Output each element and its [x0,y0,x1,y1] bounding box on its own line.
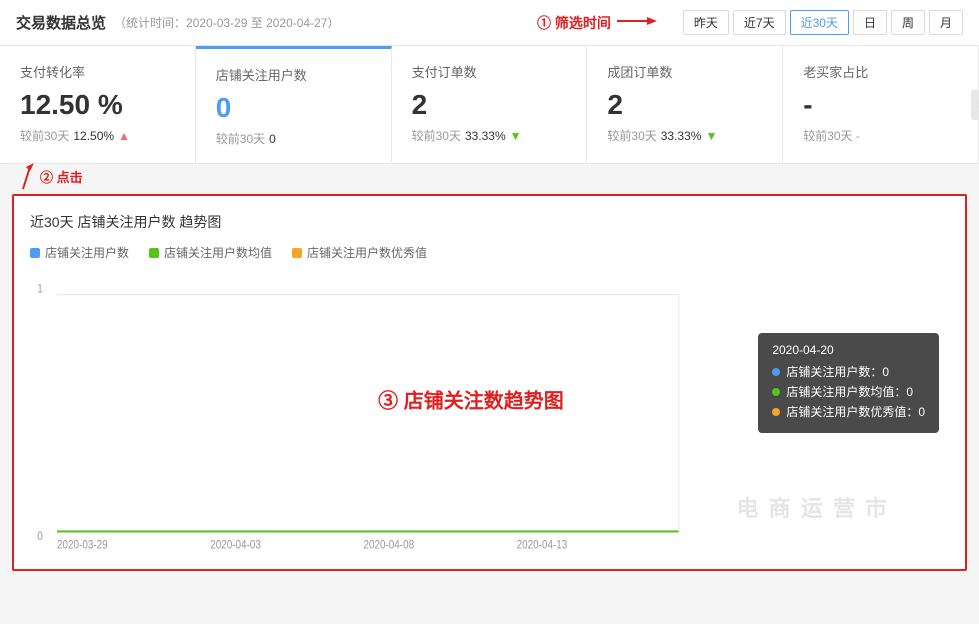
legend-item-excellent: 店铺关注用户数优秀值 [292,244,427,261]
annotation-2-arrow-icon [8,161,38,191]
svg-text:2020-03-29: 2020-03-29 [57,539,108,552]
down-arrow-icon-2: ▼ [705,129,717,143]
time-btn-week[interactable]: 周 [891,10,925,35]
legend-dot-blue [30,248,40,258]
metric-value-orders: 2 [412,89,567,121]
page-title: 交易数据总览 [16,12,106,33]
metric-compare-conversion: 较前30天 12.50% ▲ [20,127,175,144]
svg-text:2020-04-03: 2020-04-03 [210,539,261,552]
time-btn-yesterday[interactable]: 昨天 [683,10,729,35]
tooltip-row-followers: 店铺关注用户数：0 [772,363,925,380]
metric-card-conversion[interactable]: 支付转化率 12.50 % 较前30天 12.50% ▲ ② 点击 [0,46,196,163]
metric-compare-followers: 较前30天 0 [216,130,371,147]
metric-value-conversion: 12.50 % [20,89,175,121]
svg-text:2020-04-08: 2020-04-08 [363,539,414,552]
legend-label-avg: 店铺关注用户数均值 [164,244,272,261]
legend-dot-green [149,248,159,258]
tooltip-date: 2020-04-20 [772,343,925,357]
annotation-1: ① 筛选时间 [537,13,663,33]
metric-label-followers: 店铺关注用户数 [216,65,371,84]
metrics-row: 支付转化率 12.50 % 较前30天 12.50% ▲ ② 点击 店铺关注用户… [0,46,979,164]
down-arrow-icon: ▼ [510,129,522,143]
chart-legend: 店铺关注用户数 店铺关注用户数均值 店铺关注用户数优秀值 [30,244,949,261]
annotation-2-label: ② 点击 [40,167,83,186]
legend-item-avg: 店铺关注用户数均值 [149,244,272,261]
annotation-2: ② 点击 [8,161,83,191]
legend-label-followers: 店铺关注用户数 [45,244,129,261]
svg-text:2020-04-13: 2020-04-13 [517,539,568,552]
time-filter: 昨天 近7天 近30天 日 周 月 [683,10,963,35]
legend-label-excellent: 店铺关注用户数优秀值 [307,244,427,261]
metric-compare-orders: 较前30天 33.33% ▼ [412,127,567,144]
metric-compare-old-buyers: 较前30天 - [803,127,958,144]
header-subtitle: （统计时间：2020-03-29 至 2020-04-27） [114,14,339,31]
metric-card-group-orders[interactable]: 成团订单数 2 较前30天 33.33% ▼ [587,46,783,163]
chart-area: ③ 店铺关注数趋势图 1 0 20 [30,273,949,553]
arrow-icon [617,13,657,32]
legend-dot-yellow [292,248,302,258]
chart-title: 近30天 店铺关注用户数 趋势图 [30,212,949,232]
chart-svg: 1 0 2020-03-29 2020-04-03 2020-04-08 [30,273,769,553]
tooltip-dot-green [772,388,780,396]
metric-card-followers[interactable]: 店铺关注用户数 0 较前30天 0 [196,46,392,163]
metric-label-orders: 支付订单数 [412,62,567,81]
up-arrow-icon: ▲ [118,129,130,143]
page-header: 交易数据总览 （统计时间：2020-03-29 至 2020-04-27） ① … [0,0,979,46]
metric-card-orders[interactable]: 支付订单数 2 较前30天 33.33% ▼ [392,46,588,163]
legend-item-followers: 店铺关注用户数 [30,244,129,261]
metric-label-old-buyers: 老买家占比 [803,62,958,81]
time-btn-day[interactable]: 日 [853,10,887,35]
metric-value-old-buyers: - [803,89,958,121]
chart-section: 近30天 店铺关注用户数 趋势图 店铺关注用户数 店铺关注用户数均值 店铺关注用… [12,194,967,571]
metric-card-old-buyers[interactable]: 老买家占比 - 较前30天 - [783,46,979,163]
tooltip-row-avg: 店铺关注用户数均值：0 [772,383,925,400]
tooltip-dot-blue [772,368,780,376]
svg-text:0: 0 [37,530,43,543]
metric-label-group-orders: 成团订单数 [607,62,762,81]
metric-label-conversion: 支付转化率 [20,62,175,81]
time-btn-month[interactable]: 月 [929,10,963,35]
time-btn-30days[interactable]: 近30天 [790,10,849,35]
chart-tooltip: 2020-04-20 店铺关注用户数：0 店铺关注用户数均值：0 店铺关注用户数… [758,333,939,433]
metric-value-group-orders: 2 [607,89,762,121]
svg-text:1: 1 [37,283,43,296]
chevron-right-button[interactable]: › [971,90,979,120]
metric-value-followers: 0 [216,92,371,124]
page-container: 交易数据总览 （统计时间：2020-03-29 至 2020-04-27） ① … [0,0,979,571]
tooltip-row-excellent: 店铺关注用户数优秀值：0 [772,403,925,420]
metric-compare-group-orders: 较前30天 33.33% ▼ [607,127,762,144]
tooltip-dot-yellow [772,408,780,416]
chart-section-wrapper: 近30天 店铺关注用户数 趋势图 店铺关注用户数 店铺关注用户数均值 店铺关注用… [0,194,979,571]
time-btn-7days[interactable]: 近7天 [733,10,786,35]
header-right: ① 筛选时间 昨天 近7天 近30天 日 周 月 [537,10,963,35]
annotation-1-label: ① 筛选时间 [537,13,611,33]
